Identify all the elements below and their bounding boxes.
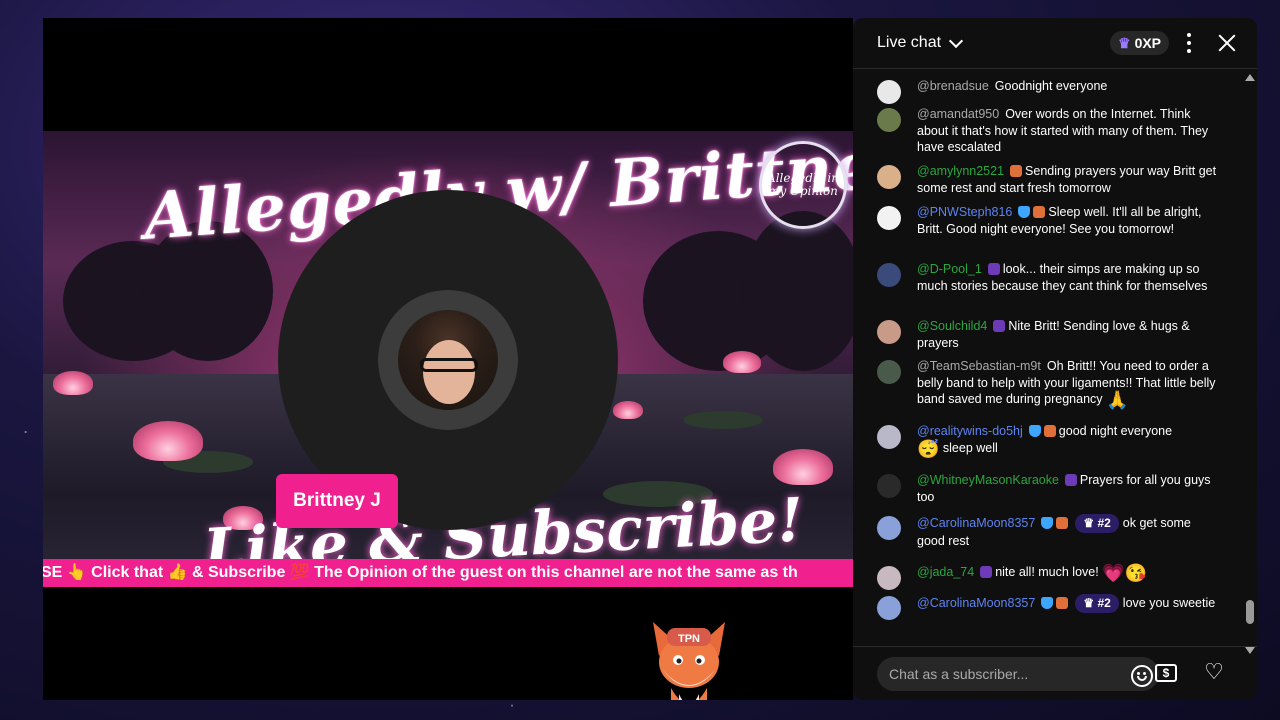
author-name[interactable]: @amylynn2521: [917, 164, 1004, 178]
ticker-text: SE 👆 Click that 👍 & Subscribe 💯 The Opin…: [43, 564, 798, 581]
chat-title: Live chat: [877, 34, 942, 51]
avatar[interactable]: [877, 596, 901, 620]
message-text-continued: sleep well: [942, 440, 998, 455]
chat-scrollbar[interactable]: [1245, 74, 1255, 654]
chat-message: @jada_74 nite all! much love! 💗😘: [877, 563, 1222, 590]
avatar[interactable]: [877, 320, 901, 344]
avatar[interactable]: [877, 360, 901, 384]
close-icon[interactable]: [1217, 33, 1237, 53]
author-name[interactable]: @PNWSteph816: [917, 205, 1012, 219]
chat-input-placeholder: Chat as a subscriber...: [889, 666, 1029, 682]
chat-message: @Soulchild4 Nite Britt! Sending love & hu…: [877, 318, 1222, 351]
avatar[interactable]: [877, 474, 901, 498]
author-name[interactable]: @D-Pool_1: [917, 262, 982, 276]
emoji: 💗😘: [1102, 563, 1148, 583]
emoji-picker-icon[interactable]: [1131, 665, 1153, 687]
author-name[interactable]: @realitywins-do5hj: [917, 424, 1023, 438]
avatar[interactable]: [877, 516, 901, 540]
host-avatar: [398, 310, 498, 410]
video-player[interactable]: Allegedly w/ Brittney J Allegedly in my …: [43, 18, 853, 700]
scroll-thumb[interactable]: [1246, 600, 1254, 624]
fox-mascot-icon: TPN: [653, 622, 725, 700]
author-name[interactable]: @brenadsue: [917, 79, 989, 93]
chat-footer: Chat as a subscriber... $ ♡: [853, 646, 1257, 700]
chat-message: @PNWSteph816 Sleep well. It'll all be alr…: [877, 204, 1222, 237]
chat-message: @CarolinaMoon8357 ♛ #2 ok get some good re…: [877, 514, 1222, 549]
avatar[interactable]: [877, 263, 901, 287]
chat-input[interactable]: Chat as a subscriber...: [877, 657, 1159, 691]
crown-icon: ♛: [1083, 596, 1095, 610]
emoji: 😴: [917, 438, 940, 459]
xp-badge[interactable]: ♛ 0XP: [1110, 31, 1170, 55]
author-name[interactable]: @amandat950: [917, 107, 999, 121]
xp-label: 0XP: [1134, 35, 1162, 51]
member-badge-icon: [1064, 474, 1077, 486]
moderator-shield-icon: [1041, 597, 1054, 609]
rank-label: #2: [1097, 596, 1111, 610]
message-text: good night everyone: [1058, 424, 1173, 438]
live-chat-panel: Live chat ♛ 0XP @brenadsue Goodnight ever…: [853, 18, 1257, 700]
author-name[interactable]: @CarolinaMoon8357: [917, 516, 1035, 530]
emoji: 🙏: [1106, 390, 1129, 410]
member-badge-icon: [1043, 425, 1056, 437]
avatar[interactable]: [877, 425, 901, 449]
chat-message-list[interactable]: @brenadsue Goodnight everyone @amandat950…: [853, 74, 1249, 646]
moderator-shield-icon: [1018, 206, 1031, 218]
channel-seal-logo: Allegedly in my Opinion: [759, 141, 847, 229]
message-text: nite all! much love!: [995, 565, 1099, 579]
rank-badge: ♛ #2: [1075, 594, 1119, 613]
chat-mode-dropdown[interactable]: Live chat: [877, 33, 964, 52]
author-name[interactable]: @TeamSebastian-m9t: [917, 359, 1041, 373]
more-options-icon[interactable]: [1181, 33, 1197, 53]
chat-message: @realitywins-do5hj good night everyone 😴 s…: [877, 423, 1222, 459]
member-badge-icon: [1033, 206, 1046, 218]
message-text: Goodnight everyone: [994, 79, 1108, 93]
chat-header: Live chat ♛ 0XP: [853, 18, 1257, 69]
chat-message: @amandat950 Over words on the Internet. T…: [877, 106, 1222, 156]
scroll-up-arrow-icon[interactable]: [1245, 74, 1255, 81]
member-badge-icon: [1056, 517, 1069, 529]
chevron-down-icon: [948, 33, 964, 48]
chat-message: @amylynn2521 Sending prayers your way Bri…: [877, 163, 1222, 196]
author-name[interactable]: @jada_74: [917, 565, 974, 579]
moderator-shield-icon: [1041, 517, 1054, 529]
moderator-shield-icon: [1028, 425, 1041, 437]
scrolling-ticker: SE 👆 Click that 👍 & Subscribe 💯 The Opin…: [43, 559, 853, 587]
mascot-label: TPN: [678, 633, 700, 645]
chat-message: @brenadsue Goodnight everyone: [877, 78, 1222, 104]
avatar[interactable]: [877, 108, 901, 132]
crown-icon: ♛: [1083, 516, 1095, 530]
chat-message: @D-Pool_1 look... their simps are making …: [877, 261, 1222, 294]
member-badge-icon: [1056, 597, 1069, 609]
chat-message: @TeamSebastian-m9t Oh Britt!! You need to…: [877, 358, 1222, 409]
host-name-tag: Brittney J: [276, 474, 398, 528]
chat-message: @WhitneyMasonKaraoke Prayers for all you …: [877, 472, 1222, 505]
avatar[interactable]: [877, 566, 901, 590]
author-name[interactable]: @Soulchild4: [917, 319, 987, 333]
avatar[interactable]: [877, 206, 901, 230]
crown-icon: ♛: [1118, 34, 1131, 51]
rank-badge: ♛ #2: [1075, 514, 1119, 533]
member-badge-icon: [993, 320, 1006, 332]
avatar[interactable]: [877, 80, 901, 104]
rank-label: #2: [1097, 516, 1111, 530]
avatar[interactable]: [877, 165, 901, 189]
heart-icon[interactable]: ♡: [1203, 661, 1225, 683]
chat-message: @CarolinaMoon8357 ♛ #2 love you sweetie: [877, 594, 1222, 620]
message-text: love you sweetie: [1122, 596, 1216, 610]
member-badge-icon: [987, 263, 1000, 275]
author-name[interactable]: @CarolinaMoon8357: [917, 596, 1035, 610]
member-badge-icon: [980, 566, 993, 578]
author-name[interactable]: @WhitneyMasonKaraoke: [917, 473, 1059, 487]
super-chat-icon[interactable]: $: [1155, 664, 1177, 682]
member-badge-icon: [1010, 165, 1023, 177]
